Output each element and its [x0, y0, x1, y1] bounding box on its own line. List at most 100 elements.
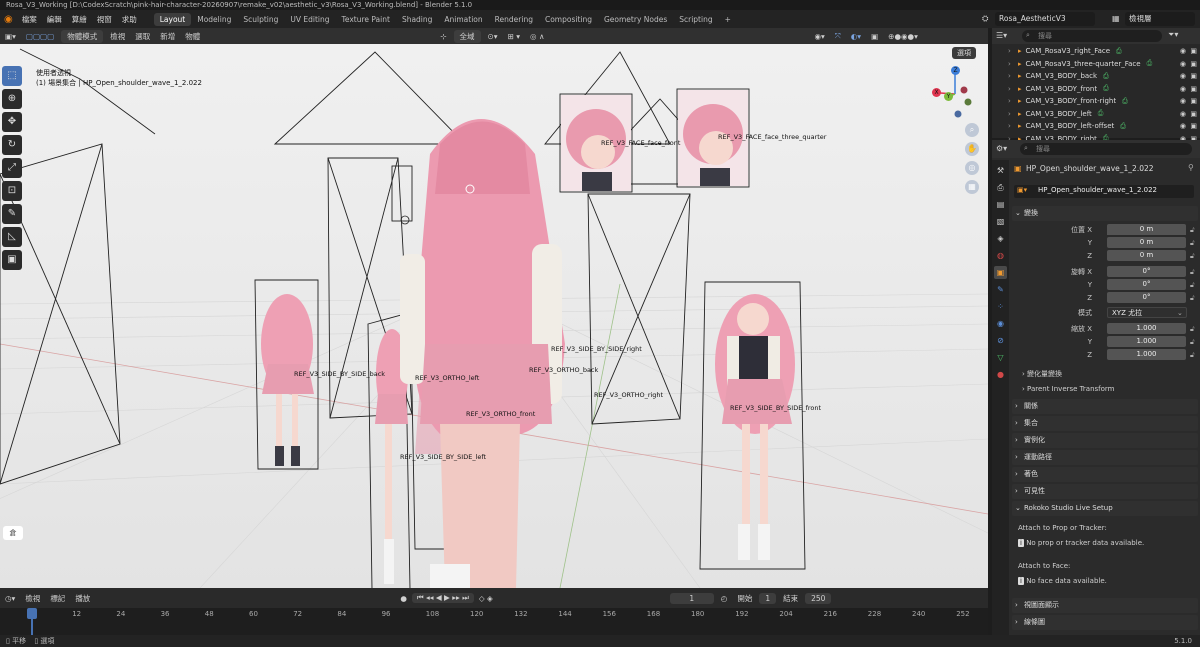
modifier-tab-icon[interactable]: ✎ — [994, 283, 1007, 296]
object-tab-icon[interactable]: ▣ — [994, 266, 1007, 279]
eye-icon[interactable]: ◉ — [1180, 122, 1186, 130]
corner-icon[interactable]: 倉 — [3, 526, 23, 540]
eye-icon[interactable]: ◉ — [1180, 72, 1186, 80]
material-tab-icon[interactable]: ● — [994, 368, 1007, 381]
camera-view-icon[interactable]: ◎ — [965, 161, 979, 175]
clock-icon[interactable]: ◴ — [716, 594, 733, 603]
data-tab-icon[interactable]: ▽ — [994, 351, 1007, 364]
editor-type-icon[interactable]: ▣▾ — [0, 32, 21, 41]
scale-z-field[interactable]: 1.000 — [1107, 349, 1186, 360]
tab-layout[interactable]: Layout — [153, 12, 192, 26]
keyframe-icons[interactable]: ◇ ◈ — [474, 594, 498, 603]
location-x-field[interactable]: 0 m — [1107, 224, 1186, 235]
xray-icon[interactable]: ▣ — [866, 32, 883, 41]
timeline-menu-marker[interactable]: 標記 — [45, 593, 70, 604]
chevron-right-icon[interactable]: › — [1008, 85, 1011, 93]
eye-icon[interactable]: ◉ — [1180, 97, 1186, 105]
chevron-right-icon[interactable]: › — [1008, 97, 1011, 105]
playhead[interactable] — [27, 608, 37, 619]
add-workspace-button[interactable]: + — [719, 13, 737, 26]
menu-select[interactable]: 選取 — [130, 31, 155, 42]
end-frame-field[interactable]: 250 — [805, 592, 832, 604]
physics-tab-icon[interactable]: ◉ — [994, 317, 1007, 330]
output-tab-icon[interactable]: ▤ — [994, 198, 1007, 211]
menu-add[interactable]: 新增 — [155, 31, 180, 42]
move-icon[interactable]: ✥ — [2, 112, 22, 132]
world-tab-icon[interactable]: ◍ — [994, 249, 1007, 262]
timeline-menu-view[interactable]: 檢視 — [20, 593, 45, 604]
render-camera-icon[interactable]: ▣ — [1190, 110, 1197, 118]
render-camera-icon[interactable]: ▣ — [1190, 97, 1197, 105]
scale-y-field[interactable]: 1.000 — [1107, 336, 1186, 347]
perspective-grid-icon[interactable]: ▦ — [965, 180, 979, 194]
parent-inverse-subpanel[interactable]: › Parent Inverse Transform — [1012, 383, 1198, 395]
shading-modes-icons[interactable]: ⊕●◉●▾ — [883, 32, 923, 41]
collections-panel-header[interactable]: › 集合 — [1012, 416, 1198, 431]
transform-icon[interactable]: ⊡ — [2, 181, 22, 201]
rotation-z-field[interactable]: 0° — [1107, 292, 1186, 303]
tab-shading[interactable]: Shading — [396, 13, 438, 26]
particles-tab-icon[interactable]: ⁘ — [994, 300, 1007, 313]
relations-panel-header[interactable]: › 關係 — [1012, 399, 1198, 414]
render-camera-icon[interactable]: ▣ — [1190, 122, 1197, 130]
tab-rendering[interactable]: Rendering — [489, 13, 539, 26]
chevron-right-icon[interactable]: › — [1008, 110, 1011, 118]
menu-render[interactable]: 算繪 — [67, 14, 92, 25]
outliner-search[interactable]: ⌕ 搜尋 — [1022, 30, 1162, 42]
add-cube-icon[interactable]: ▣ — [2, 250, 22, 270]
outliner-item[interactable]: › ▸ CAM_RosaV3_three-quarter_Face ⎙ ◉ ▣ — [992, 58, 1200, 71]
playback-controls-icons[interactable]: ⏮ ◂◂ ◀ ▶ ▸▸ ⏭ — [411, 593, 474, 603]
outliner-item[interactable]: › ▸ CAM_V3_BODY_front-right ⎙ ◉ ▣ — [992, 95, 1200, 108]
chevron-right-icon[interactable]: › — [1008, 47, 1011, 55]
tab-texture-paint[interactable]: Texture Paint — [336, 13, 396, 26]
tab-scripting[interactable]: Scripting — [673, 13, 718, 26]
tab-uv-editing[interactable]: UV Editing — [284, 13, 335, 26]
scale-icon[interactable]: ⤢ — [2, 158, 22, 178]
rotation-y-field[interactable]: 0° — [1107, 279, 1186, 290]
location-z-field[interactable]: 0 m — [1107, 250, 1186, 261]
timeline[interactable]: 1122436486072849610812013214415616818019… — [0, 608, 988, 635]
eye-icon[interactable]: ◉ — [1180, 110, 1186, 118]
instancing-panel-header[interactable]: › 實例化 — [1012, 433, 1198, 448]
outliner-item[interactable]: › ▸ CAM_RosaV3_right_Face ⎙ ◉ ▣ — [992, 45, 1200, 58]
lock-icon[interactable]: 🔓︎ — [1190, 266, 1195, 278]
shading-panel-header[interactable]: › 著色 — [1012, 467, 1198, 482]
menu-object[interactable]: 物體 — [180, 31, 205, 42]
scene-icon[interactable]: ⛭ — [982, 14, 988, 24]
location-y-field[interactable]: 0 m — [1107, 237, 1186, 248]
outliner-editor-icon[interactable]: ☰▾ — [996, 31, 1007, 40]
transform-panel-header[interactable]: ⌄ 變換 — [1012, 206, 1198, 221]
lock-icon[interactable]: 🔓︎ — [1190, 349, 1195, 361]
rokoko-panel-header[interactable]: ⌄ Rokoko Studio Live Setup — [1012, 501, 1198, 516]
options-button[interactable]: 選項 — [952, 47, 976, 59]
lock-icon[interactable]: 🔓︎ — [1190, 250, 1195, 262]
tab-geometry-nodes[interactable]: Geometry Nodes — [598, 13, 673, 26]
properties-editor-icon[interactable]: ⚙▾ — [996, 144, 1007, 153]
mode-dropdown[interactable]: 物體模式 — [61, 29, 104, 43]
chevron-right-icon[interactable]: › — [1008, 60, 1011, 68]
start-frame-field[interactable]: 1 — [759, 592, 777, 604]
menu-edit[interactable]: 編輯 — [42, 14, 67, 25]
blender-logo-icon[interactable]: ◉ — [0, 14, 17, 25]
record-icon[interactable]: ● — [395, 594, 412, 603]
proportional-edit-icon[interactable]: ◎ ∧ — [525, 32, 549, 41]
navigation-gizmo[interactable]: Z X Y — [930, 66, 980, 121]
lock-icon[interactable]: 🔓︎ — [1190, 336, 1195, 348]
gizmo-z-axis[interactable]: Z — [951, 66, 960, 75]
pan-hand-icon[interactable]: ✋ — [965, 142, 979, 156]
line-art-panel-header[interactable]: › 線條圖 — [1012, 615, 1198, 630]
outliner-item[interactable]: › ▸ CAM_V3_BODY_left-offset ⎙ ◉ ▣ — [992, 120, 1200, 133]
render-camera-icon[interactable]: ▣ — [1190, 85, 1197, 93]
lock-icon[interactable]: 🔓︎ — [1190, 323, 1195, 335]
lock-icon[interactable]: 🔓︎ — [1190, 237, 1195, 249]
tool-tab-icon[interactable]: ⚒ — [994, 164, 1007, 177]
annotate-icon[interactable]: ✎ — [2, 204, 22, 224]
zoom-icon[interactable]: ⌕ — [965, 123, 979, 137]
scene-tab-icon[interactable]: ◈ — [994, 232, 1007, 245]
render-tab-icon[interactable]: ⎙ — [994, 181, 1007, 194]
gizmo-toggle-icon[interactable]: ⤧ — [830, 31, 846, 41]
lock-icon[interactable]: 🔓︎ — [1190, 224, 1195, 236]
rotation-x-field[interactable]: 0° — [1107, 266, 1186, 277]
object-name-field[interactable]: ▣▾ HP_Open_shoulder_wave_1_2.022 — [1014, 185, 1194, 198]
scene-selector[interactable]: Rosa_AestheticV3 — [995, 12, 1095, 26]
